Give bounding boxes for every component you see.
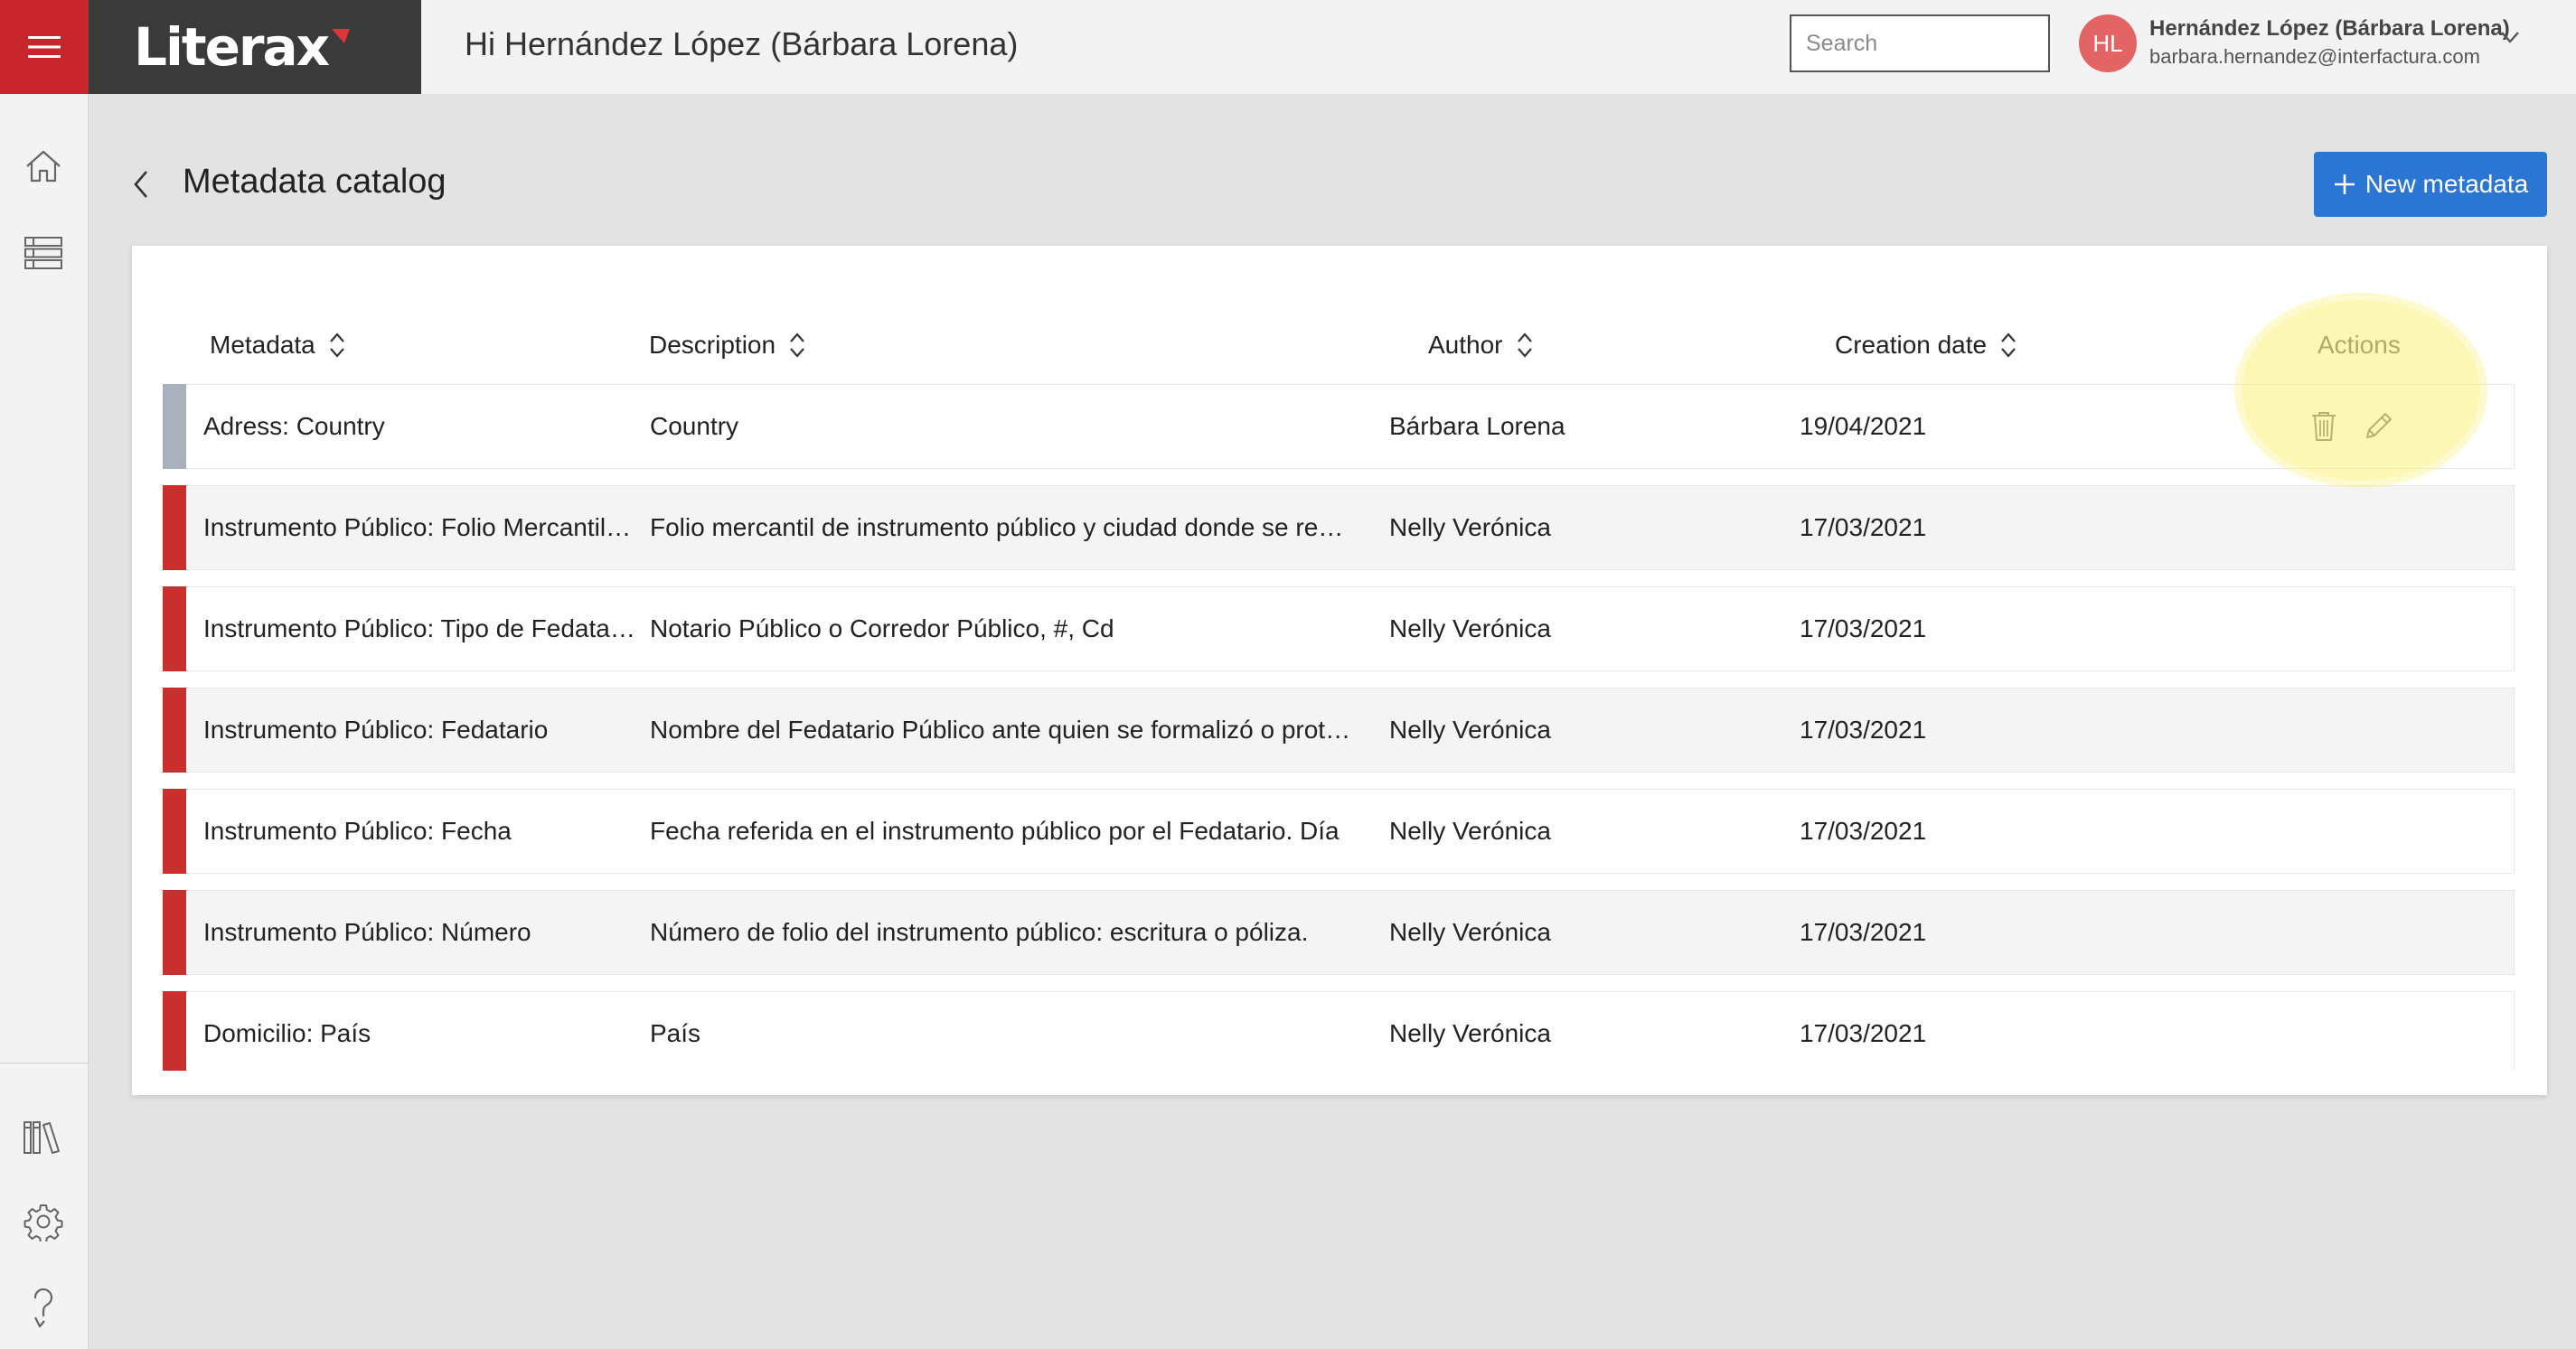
page-title: Metadata catalog (183, 163, 447, 201)
cell-metadata: Instrumento Público: Fedatario (203, 716, 549, 744)
brand-logo[interactable]: Literax (89, 0, 421, 94)
plus-icon (2334, 174, 2355, 194)
new-metadata-label: New metadata (2364, 170, 2529, 198)
sidebar-item-home[interactable] (16, 139, 71, 193)
cell-author: Nelly Verónica (1389, 1019, 1551, 1047)
books-icon (24, 1121, 60, 1154)
gear-icon (24, 1204, 63, 1241)
cell-description: Country (650, 412, 739, 440)
edit-button[interactable] (2362, 408, 2394, 445)
cell-description: Folio mercantil de instrumento público y… (650, 513, 1355, 541)
delete-button[interactable] (2308, 408, 2340, 445)
row-status-bar (163, 688, 186, 773)
cell-author: Nelly Verónica (1389, 716, 1551, 744)
table-body: Adress: Country Country Bárbara Lorena 1… (163, 384, 2515, 1071)
search-box (1790, 14, 2097, 72)
table-row[interactable]: Instrumento Público: Folio Mercantil, Ci… (163, 485, 2515, 570)
cell-creation-date: 17/03/2021 (1800, 918, 1927, 946)
column-header-label: Metadata (210, 331, 315, 359)
sidebar-item-settings[interactable] (16, 1194, 71, 1249)
row-status-bar (163, 890, 186, 975)
sort-icon (1517, 333, 1532, 358)
row-status-bar (163, 991, 186, 1071)
user-name[interactable]: Hernández López (Bárbara Lorena) (2149, 16, 2510, 42)
row-status-bar (163, 384, 186, 469)
greeting-text: Hi Hernández López (Bárbara Lorena) (465, 25, 1019, 62)
trash-icon (2312, 412, 2336, 441)
cell-metadata: Adress: Country (203, 412, 385, 440)
cell-description: Número de folio del instrumento público:… (650, 918, 1309, 946)
column-header-label: Actions (2317, 331, 2401, 359)
sidebar-item-library[interactable] (16, 1110, 71, 1164)
user-email: barbara.hernandez@interfactura.com (2149, 45, 2480, 68)
cell-author: Nelly Verónica (1389, 614, 1551, 642)
cell-author: Nelly Verónica (1389, 513, 1551, 541)
cell-metadata: Instrumento Público: Número (203, 918, 531, 946)
chevron-down-icon[interactable] (2496, 23, 2524, 51)
cell-author: Nelly Verónica (1389, 817, 1551, 845)
sidebar-item-help[interactable] (16, 1279, 71, 1334)
cell-metadata: Instrumento Público: Fecha (203, 817, 512, 845)
back-button[interactable] (123, 163, 159, 206)
cell-creation-date: 17/03/2021 (1800, 513, 1927, 541)
cell-creation-date: 17/03/2021 (1800, 1019, 1927, 1047)
column-header-actions: Actions (2317, 327, 2401, 363)
help-icon (33, 1288, 53, 1328)
hamburger-icon (28, 36, 61, 58)
cell-author: Bárbara Lorena (1389, 412, 1565, 440)
new-metadata-button[interactable]: New metadata (2314, 152, 2547, 217)
cell-description: Notario Público o Corredor Público, #, C… (650, 614, 1114, 642)
cell-creation-date: 17/03/2021 (1800, 716, 1927, 744)
brand-name: Literax (134, 16, 330, 78)
home-icon (26, 150, 61, 183)
column-header-author[interactable]: Author (1428, 327, 1534, 363)
cell-creation-date: 17/03/2021 (1800, 817, 1927, 845)
cell-metadata: Domicilio: País (203, 1019, 371, 1047)
search-input[interactable] (1806, 30, 2097, 57)
table-row[interactable]: Instrumento Público: Número Número de fo… (163, 890, 2515, 975)
cell-description: Fecha referida en el instrumento público… (650, 817, 1340, 845)
cell-metadata: Instrumento Público: Folio Mercantil, Ci… (203, 513, 637, 541)
sidebar (0, 94, 89, 1349)
sort-icon (2001, 333, 2016, 358)
menu-button[interactable] (0, 0, 89, 94)
row-status-bar (163, 789, 186, 874)
column-header-label: Creation date (1835, 331, 1988, 359)
table-row[interactable]: Adress: Country Country Bárbara Lorena 1… (163, 384, 2515, 469)
sort-icon (329, 333, 344, 358)
top-bar: Literax Hi Hernández López (Bárbara Lore… (0, 0, 2576, 94)
column-header-metadata[interactable]: Metadata (210, 327, 346, 363)
cell-description: Nombre del Fedatario Público ante quien … (650, 716, 1355, 744)
table-row[interactable]: Instrumento Público: Fecha Fecha referid… (163, 789, 2515, 874)
column-header-description[interactable]: Description (649, 327, 806, 363)
table-row[interactable]: Domicilio: País País Nelly Verónica 17/0… (163, 991, 2515, 1071)
cell-metadata: Instrumento Público: Tipo de Fedatario (203, 614, 637, 642)
logo-mark-icon (332, 29, 351, 43)
cell-author: Nelly Verónica (1389, 918, 1551, 946)
cell-description: País (650, 1019, 701, 1047)
sidebar-item-catalog[interactable] (16, 226, 71, 280)
chevron-left-icon (134, 171, 147, 198)
column-header-label: Description (649, 331, 776, 359)
column-header-creation-date[interactable]: Creation date (1835, 327, 2017, 363)
sort-icon (790, 333, 804, 358)
table-row[interactable]: Instrumento Público: Tipo de Fedatario N… (163, 586, 2515, 671)
cell-creation-date: 19/04/2021 (1800, 412, 1927, 440)
layers-icon (24, 237, 62, 269)
avatar[interactable]: HL (2079, 14, 2137, 72)
cell-creation-date: 17/03/2021 (1800, 614, 1927, 642)
row-status-bar (163, 586, 186, 671)
metadata-table-card: Metadata Description Author Creation dat… (132, 246, 2547, 1095)
table-row[interactable]: Instrumento Público: Fedatario Nombre de… (163, 688, 2515, 773)
pencil-icon (2366, 413, 2392, 438)
row-status-bar (163, 485, 186, 570)
column-header-label: Author (1428, 331, 1503, 359)
